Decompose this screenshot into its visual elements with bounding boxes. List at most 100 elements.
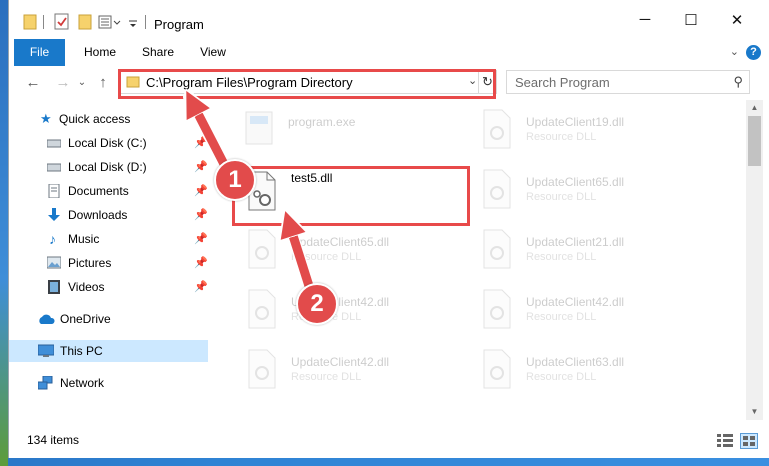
music-icon: ♪ bbox=[49, 231, 56, 247]
sidebar-item-label: Pictures bbox=[68, 256, 112, 270]
dll-file-icon bbox=[483, 349, 511, 389]
scroll-down-icon[interactable]: ▼ bbox=[746, 404, 763, 420]
sidebar-item-network[interactable]: Network bbox=[9, 372, 208, 394]
expand-ribbon-icon[interactable]: ⌄ bbox=[730, 45, 739, 58]
dll-file-icon bbox=[483, 169, 511, 209]
sidebar-item-downloads[interactable]: Downloads 📌 bbox=[9, 204, 208, 226]
file-item[interactable]: UpdateClient65.dll Resource DLL bbox=[245, 224, 475, 276]
pin-icon[interactable]: 📌 bbox=[194, 180, 208, 202]
file-name: UpdateClient65.dll bbox=[526, 175, 625, 189]
download-icon bbox=[48, 208, 60, 221]
step-1-badge: 1 bbox=[214, 159, 256, 201]
file-item[interactable]: UpdateClient42.dll Resource DLL bbox=[245, 344, 475, 396]
file-highlight bbox=[232, 166, 470, 226]
file-item[interactable]: UpdateClient19.dll Resource DLL bbox=[480, 104, 710, 156]
sidebar-item-local-disk-c[interactable]: Local Disk (C:) 📌 bbox=[9, 132, 208, 154]
window-title: Program bbox=[154, 17, 204, 32]
search-icon[interactable]: ⚲ bbox=[733, 74, 743, 90]
back-button[interactable]: ← bbox=[23, 72, 43, 92]
file-name: program.exe bbox=[288, 115, 356, 129]
file-item[interactable]: UpdateClient65.dll Resource DLL bbox=[480, 164, 710, 216]
quick-access-dropdown-icon[interactable] bbox=[128, 13, 138, 31]
scrollbar-thumb[interactable] bbox=[748, 116, 761, 166]
properties-icon[interactable] bbox=[54, 13, 70, 31]
file-name: UpdateClient21.dll bbox=[526, 235, 625, 249]
customize-toolbar-icon[interactable] bbox=[98, 13, 122, 31]
dll-file-icon bbox=[248, 349, 276, 389]
pin-icon[interactable]: 📌 bbox=[194, 132, 208, 154]
sidebar-item-this-pc[interactable]: This PC bbox=[9, 340, 208, 362]
file-type: Resource DLL bbox=[526, 251, 597, 263]
file-item[interactable]: UpdateClient42.dll Resource DLL bbox=[245, 284, 475, 336]
vertical-scrollbar[interactable]: ▲ ▼ bbox=[746, 100, 763, 420]
file-name: UpdateClient42.dll bbox=[526, 295, 625, 309]
file-type: Resource DLL bbox=[526, 191, 597, 203]
pictures-icon bbox=[47, 256, 61, 269]
file-type: Resource DLL bbox=[526, 371, 597, 383]
pin-icon[interactable]: 📌 bbox=[194, 276, 208, 298]
cloud-icon bbox=[39, 314, 55, 324]
file-item[interactable]: program.exe bbox=[242, 104, 472, 156]
file-name: UpdateClient65.dll bbox=[291, 235, 390, 249]
pin-icon[interactable]: 📌 bbox=[194, 228, 208, 250]
navigation-pane: ★ Quick access Local Disk (C:) 📌 Local D… bbox=[9, 100, 210, 420]
tab-home[interactable]: Home bbox=[75, 39, 125, 66]
network-icon bbox=[38, 376, 53, 390]
details-view-icon[interactable] bbox=[717, 433, 733, 447]
file-name: UpdateClient42.dll bbox=[291, 355, 390, 369]
minimize-button[interactable]: ─ bbox=[622, 0, 668, 39]
tab-share[interactable]: Share bbox=[133, 39, 183, 66]
file-item[interactable]: UpdateClient42.dll Resource DLL bbox=[480, 284, 710, 336]
file-list: program.exe UpdateClient19.dll Resource … bbox=[210, 100, 745, 420]
file-item[interactable]: UpdateClient63.dll Resource DLL bbox=[480, 344, 710, 396]
recent-locations-button[interactable]: ⌄ bbox=[72, 72, 92, 92]
ribbon-tabs: File Home Share View ⌄ ? bbox=[9, 39, 769, 67]
search-box[interactable]: Search Program ⚲ bbox=[506, 70, 750, 94]
pin-icon[interactable]: 📌 bbox=[194, 252, 208, 274]
file-type: Resource DLL bbox=[291, 371, 362, 383]
file-item[interactable]: UpdateClient21.dll Resource DLL bbox=[480, 224, 710, 276]
dll-file-icon bbox=[483, 109, 511, 149]
title-bar: Program ─ ☐ ✕ bbox=[9, 0, 769, 39]
dll-file-icon bbox=[483, 229, 511, 269]
up-button[interactable]: ↑ bbox=[93, 72, 113, 92]
sidebar-item-label: This PC bbox=[60, 344, 103, 358]
file-type: Resource DLL bbox=[526, 311, 597, 323]
new-folder-icon[interactable] bbox=[78, 13, 92, 31]
sidebar-item-local-disk-d[interactable]: Local Disk (D:) 📌 bbox=[9, 156, 208, 178]
computer-icon bbox=[38, 344, 54, 357]
dll-file-icon bbox=[248, 229, 276, 269]
address-bar-highlight bbox=[118, 69, 496, 99]
sidebar-item-pictures[interactable]: Pictures 📌 bbox=[9, 252, 208, 274]
scroll-up-icon[interactable]: ▲ bbox=[746, 100, 763, 116]
dll-file-icon bbox=[483, 289, 511, 329]
sidebar-item-onedrive[interactable]: OneDrive bbox=[9, 308, 208, 330]
pin-icon[interactable]: 📌 bbox=[194, 204, 208, 226]
sidebar-item-label: Local Disk (D:) bbox=[68, 160, 147, 174]
status-bar: 134 items bbox=[9, 428, 769, 452]
forward-button[interactable]: → bbox=[53, 72, 73, 92]
maximize-button[interactable]: ☐ bbox=[668, 0, 714, 39]
dll-file-icon bbox=[248, 289, 276, 329]
pin-icon[interactable]: 📌 bbox=[194, 156, 208, 178]
sidebar-item-label: Downloads bbox=[68, 208, 128, 222]
sidebar-item-label: Documents bbox=[68, 184, 129, 198]
sidebar-item-label: OneDrive bbox=[60, 312, 111, 326]
sidebar-item-music[interactable]: ♪ Music 📌 bbox=[9, 228, 208, 250]
desktop-background bbox=[0, 0, 8, 466]
sidebar-item-label: Local Disk (C:) bbox=[68, 136, 147, 150]
sidebar-item-documents[interactable]: Documents 📌 bbox=[9, 180, 208, 202]
sidebar-item-videos[interactable]: Videos 📌 bbox=[9, 276, 208, 298]
file-type: Resource DLL bbox=[291, 251, 362, 263]
sidebar-item-quick-access[interactable]: ★ Quick access bbox=[9, 108, 208, 130]
tab-file[interactable]: File bbox=[14, 39, 65, 66]
sidebar-item-label: Quick access bbox=[59, 112, 131, 126]
step-2-badge: 2 bbox=[296, 283, 338, 325]
large-icons-view-icon[interactable] bbox=[740, 433, 758, 449]
sidebar-item-label: Videos bbox=[68, 280, 105, 294]
drive-icon bbox=[47, 163, 61, 172]
close-button[interactable]: ✕ bbox=[714, 0, 760, 39]
folder-icon bbox=[23, 14, 37, 30]
help-icon[interactable]: ? bbox=[746, 45, 761, 60]
tab-view[interactable]: View bbox=[191, 39, 235, 66]
